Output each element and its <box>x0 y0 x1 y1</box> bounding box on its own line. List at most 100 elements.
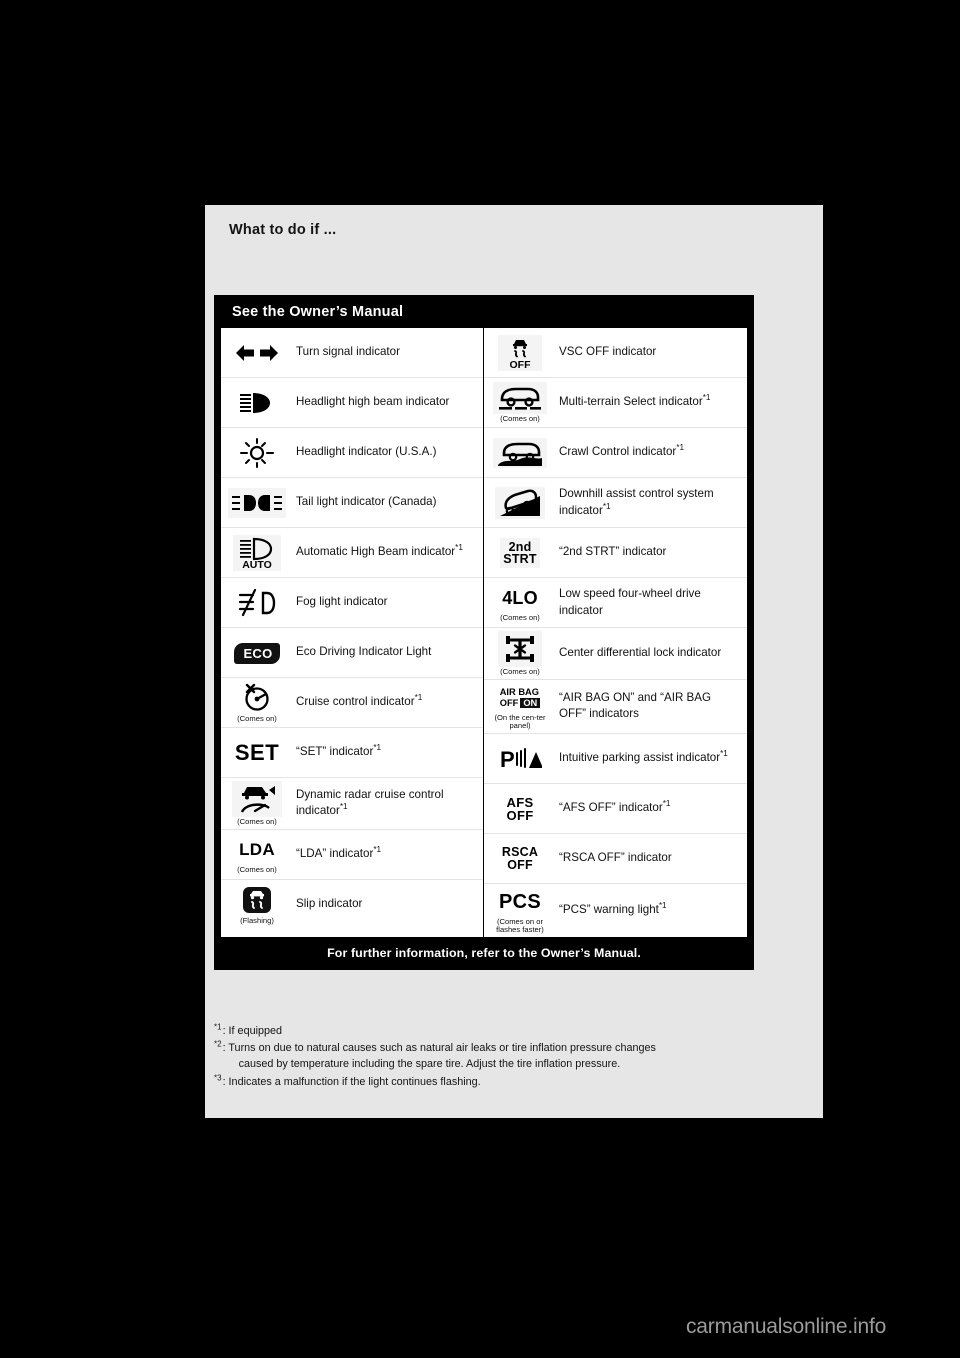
table-row: (Comes on) Cruise control indicator*1 <box>221 678 483 728</box>
indicator-label: Center differential lock indicator <box>559 646 722 660</box>
icon-cell: (Comes on) <box>484 379 556 426</box>
icon-cell: PCS (Comes on or flashes faster) <box>484 884 556 937</box>
site-watermark: carmanualsonline.info <box>686 1315 887 1338</box>
high-beam-icon <box>234 388 280 418</box>
icon-cell <box>484 484 556 521</box>
icon-cell: AFS OFF <box>484 791 556 826</box>
indicator-label: Eco Driving Indicator Light <box>296 645 432 659</box>
indicator-label: Headlight indicator (U.S.A.) <box>296 445 437 459</box>
icon-cell: (Comes on) <box>221 778 293 829</box>
downhill-assist-icon <box>495 487 545 519</box>
icon-cell <box>221 485 293 520</box>
icon-cell: 2nd STRT <box>484 535 556 570</box>
indicator-label: Automatic High Beam indicator*1 <box>296 543 463 559</box>
table-row: 4LO (Comes on) Low speed four-wheel driv… <box>484 578 747 628</box>
table-row: (Comes on) Multi-terrain Select indicato… <box>484 378 747 428</box>
icon-note: (Comes on) <box>237 817 277 826</box>
table-row: AFS OFF “AFS OFF” indicator*1 <box>484 784 747 834</box>
icon-cell <box>484 435 556 470</box>
turn-signal-icon <box>231 338 283 368</box>
icon-cell: (Flashing) <box>221 881 293 928</box>
table-row: ECO Eco Driving Indicator Light <box>221 628 483 678</box>
set-icon: SET <box>234 740 280 765</box>
icon-note: (Flashing) <box>240 916 274 926</box>
air-bag-label: AIR BAG <box>499 686 539 697</box>
afs-off-icon: AFS OFF <box>501 794 539 824</box>
footnote-marker: *1 <box>455 543 463 553</box>
indicator-label: Turn signal indicator <box>296 345 400 359</box>
indicator-label: Crawl Control indicator*1 <box>559 443 685 459</box>
footnote-marker: *1 <box>720 748 728 758</box>
table-row: Headlight indicator (U.S.A.) <box>221 428 483 478</box>
icon-note: (Comes on) <box>500 613 540 623</box>
footnote-marker: *1 <box>373 844 382 854</box>
card-footer: For further information, refer to the Ow… <box>327 945 641 960</box>
indicator-label: Intuitive parking assist indicator*1 <box>559 748 728 764</box>
table-row: OFF VSC OFF indicator <box>484 328 747 378</box>
footnote-text-continued: caused by temperature including the spar… <box>238 1058 621 1071</box>
footnote-marker: *1 <box>214 1022 222 1032</box>
table-row: (Comes on) Dynamic radar cruise control … <box>221 778 483 830</box>
footnote-marker: *1 <box>339 802 348 812</box>
fog-light-icon <box>234 588 280 618</box>
page-title: What to do if ... <box>229 222 337 238</box>
table-row: Downhill assist control system indicator… <box>484 478 747 528</box>
indicator-label: Low speed four-wheel drive indicator <box>559 587 701 617</box>
indicator-label: “2nd STRT” indicator <box>559 545 667 559</box>
icon-note: (Comes on or flashes faster) <box>496 916 544 934</box>
icon-cell: (Comes on) <box>221 679 293 726</box>
second-start-line2: STRT <box>503 552 537 566</box>
indicator-table: Turn signal indicator Headlight high bea… <box>221 328 747 937</box>
indicator-label: “PCS” warning light*1 <box>559 900 667 916</box>
icon-cell: SET <box>221 735 293 770</box>
indicator-label: Multi-terrain Select indicator*1 <box>559 393 711 409</box>
eco-icon: ECO <box>231 638 282 668</box>
indicator-label: “AFS OFF” indicator*1 <box>559 798 671 814</box>
icon-cell: LDA (Comes on) <box>221 832 293 877</box>
air-bag-off-label: OFF <box>499 697 519 708</box>
multi-terrain-select-icon <box>493 382 547 415</box>
table-row: (Flashing) Slip indicator <box>221 880 483 930</box>
rsca-line2: OFF <box>507 857 533 872</box>
air-bag-on-badge: ON <box>520 697 541 708</box>
table-row: AUTO Automatic High Beam indicator*1 <box>221 528 483 578</box>
indicator-label: Tail light indicator (Canada) <box>296 495 437 509</box>
indicator-label: VSC OFF indicator <box>559 345 657 359</box>
icon-cell <box>221 385 293 420</box>
icon-cell: OFF <box>484 332 556 373</box>
table-row: RSCA OFF “RSCA OFF” indicator <box>484 834 747 884</box>
icon-note: (Comes on) <box>237 864 277 874</box>
table-row: AIR BAG OFF ON (On the cen-ter panel) “AI… <box>484 680 747 734</box>
pcs-icon: PCS <box>498 890 542 913</box>
footnote-marker: *1 <box>702 393 711 403</box>
footnote-item: *3 : Indicates a malfunction if the ligh… <box>214 1073 814 1090</box>
table-row: Turn signal indicator <box>221 328 483 378</box>
footnote-marker: *2 <box>214 1039 222 1049</box>
table-row: Crawl Control indicator*1 <box>484 428 747 478</box>
svg-text:P: P <box>500 747 515 772</box>
footnotes: *1 : If equipped *2 : Turns on due to na… <box>214 1023 814 1091</box>
second-start-icon: 2nd STRT <box>500 538 540 568</box>
icon-cell <box>221 434 293 471</box>
intuitive-parking-assist-icon: P <box>495 744 545 774</box>
footnote-marker: *1 <box>602 501 611 511</box>
icon-note: (On the cen-ter panel) <box>494 712 546 730</box>
indicator-label: Headlight high beam indicator <box>296 395 450 409</box>
footnote-marker: *1 <box>676 443 685 453</box>
indicator-card: See the Owner’s Manual Turn signal indic… <box>214 295 754 970</box>
footnote-item: *1 : If equipped <box>214 1023 814 1039</box>
indicator-label: Dynamic radar cruise control indicator*1 <box>296 787 444 818</box>
indicator-label: “SET” indicator*1 <box>296 743 382 759</box>
cruise-control-icon <box>236 682 278 714</box>
air-bag-on-off-icon: AIR BAG OFF ON <box>497 683 544 713</box>
table-row: (Comes on) Center differential lock indi… <box>484 628 747 680</box>
indicator-label: Fog light indicator <box>296 595 388 609</box>
indicator-label: Slip indicator <box>296 897 363 911</box>
lda-icon: LDA <box>239 840 275 860</box>
icon-cell: AUTO <box>221 532 293 573</box>
headlight-icon <box>236 437 278 469</box>
icon-cell: 4LO (Comes on) <box>484 580 556 625</box>
icon-note: (Comes on) <box>500 667 540 676</box>
table-row: P Intuitive parking assist indicator*1 <box>484 734 747 784</box>
icon-cell: P <box>484 741 556 776</box>
